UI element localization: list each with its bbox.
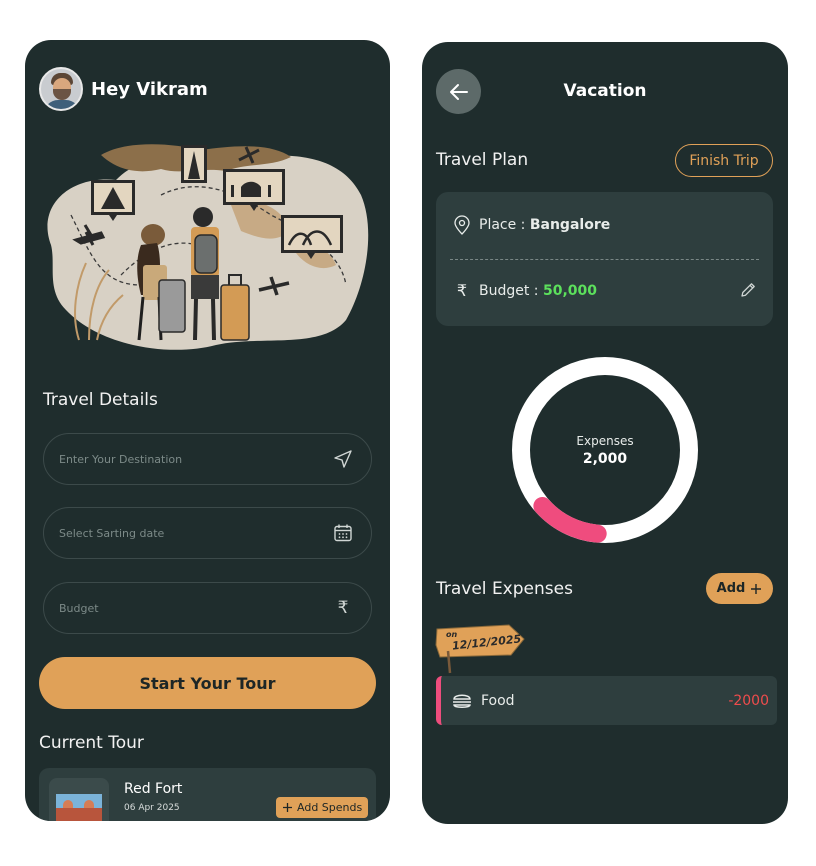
add-label: Add [716,581,746,596]
calendar-icon[interactable] [333,523,353,543]
plus-icon [751,583,762,594]
budget-placeholder: Budget [59,601,99,615]
place-label: Place : [479,217,526,233]
back-button[interactable] [436,69,481,114]
greeting-text: Hey Vikram [91,78,208,100]
travel-expenses-title: Travel Expenses [436,579,573,599]
budget-input[interactable]: Budget ₹ [43,582,372,634]
finish-trip-button[interactable]: Finish Trip [675,144,773,177]
donut-value: 2,000 [582,450,628,467]
pencil-icon[interactable] [739,281,757,299]
date-tag-on: on [446,630,458,639]
travel-details-title: Travel Details [43,390,158,410]
vacation-screen: Vacation Travel Plan Finish Trip Place :… [422,42,788,824]
travel-home-screen: Hey Vikram Travel Details Enter Your Des… [25,40,390,821]
plus-icon [283,803,292,812]
tour-thumbnail [49,778,109,821]
start-tour-button[interactable]: Start Your Tour [39,657,376,709]
divider [450,259,759,260]
place-row: Place : Bangalore [453,215,610,235]
rupee-icon: ₹ [337,598,349,618]
place-value: Bangalore [529,217,611,233]
start-date-input[interactable]: Select Sarting date [43,507,372,559]
greeting-header: Hey Vikram [39,67,208,111]
expense-name: Food [481,692,515,709]
add-spends-button[interactable]: Add Spends [276,797,369,818]
tour-date: 06 Apr 2025 [124,803,180,813]
avatar[interactable] [39,67,83,111]
current-tour-title: Current Tour [39,733,144,753]
travel-plan-title: Travel Plan [436,150,529,170]
rupee-icon: ₹ [456,281,468,300]
send-icon[interactable] [333,449,353,469]
expense-amount: -2000 [728,692,769,709]
budget-value: 50,000 [542,282,598,299]
destination-input[interactable]: Enter Your Destination [43,433,372,485]
budget-row: ₹ Budget : 50,000 [453,281,597,300]
tour-name: Red Fort [124,781,183,797]
back-arrow-icon [449,83,468,100]
current-tour-card[interactable]: Red Fort 06 Apr 2025 Add Spends [39,768,376,821]
location-pin-icon [454,215,470,235]
budget-label: Budget : [479,282,539,299]
burger-icon [453,694,471,708]
destination-placeholder: Enter Your Destination [59,452,183,466]
donut-label: Expenses [576,433,634,448]
add-expense-button[interactable]: Add [706,573,773,604]
add-spends-label: Add Spends [297,801,363,814]
expense-item[interactable]: Food -2000 [436,676,777,725]
date-tag: on 12/12/2025 [434,623,529,679]
date-placeholder: Select Sarting date [59,526,165,540]
donut-center-label: Expenses 2,000 [511,356,699,544]
travel-plan-card: Place : Bangalore ₹ Budget : 50,000 [436,192,773,326]
travel-illustration [47,144,369,350]
